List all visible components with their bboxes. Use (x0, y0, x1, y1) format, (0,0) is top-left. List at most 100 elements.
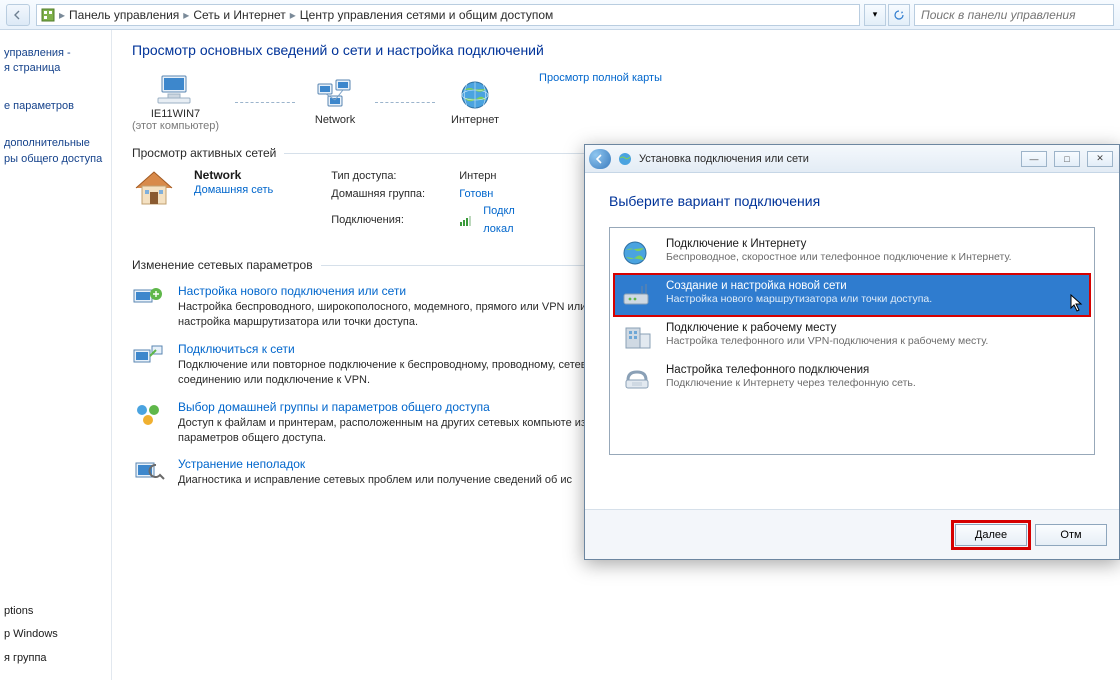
nav-back-button[interactable] (6, 4, 30, 26)
troubleshoot-icon (132, 457, 166, 487)
task-desc: Диагностика и исправление сетевых пробле… (178, 473, 572, 488)
globe-icon (458, 78, 492, 112)
sidebar-see-also-item[interactable]: p Windows (4, 627, 58, 642)
breadcrumb-item[interactable]: Центр управления сетями и общим доступом (300, 8, 554, 22)
sidebar-see-also: ptions p Windows я группа (4, 600, 58, 670)
task-label: Устранение неполадок (178, 457, 572, 471)
maximize-button[interactable]: □ (1054, 151, 1080, 167)
task-label: Выбор домашней группы и параметров общег… (178, 400, 652, 414)
network-type-link[interactable]: Домашняя сеть (194, 184, 273, 196)
chevron-right-icon: ▸ (59, 8, 65, 22)
phone-icon (620, 364, 656, 394)
wizard-app-icon (617, 151, 633, 167)
option-desc: Подключение к Интернету через телефонную… (666, 377, 916, 391)
sidebar-see-also-item[interactable]: я группа (4, 651, 58, 666)
map-node-this-pc[interactable]: IE11WIN7 (этот компьютер) (132, 72, 219, 132)
network-map: IE11WIN7 (этот компьютер) Network (132, 72, 499, 132)
cancel-button[interactable]: Отм (1035, 524, 1107, 546)
breadcrumb-item[interactable]: Панель управления ▸ (69, 8, 189, 22)
home-network-icon (132, 168, 176, 208)
connection-link[interactable]: Подкл локал (483, 203, 515, 238)
task-label: Подключиться к сети (178, 342, 652, 356)
map-node-sublabel: (этот компьютер) (132, 120, 219, 132)
sidebar-see-also-item[interactable]: ptions (4, 604, 58, 619)
map-connector (375, 102, 435, 103)
sidebar: управления - я страница е параметров доп… (0, 30, 112, 680)
map-connector (235, 102, 295, 103)
network-name: Network (194, 168, 273, 182)
toolbar: ▸ Панель управления ▸ Сеть и Интернет ▸ … (0, 0, 1120, 30)
option-title: Подключение к Интернету (666, 238, 1012, 250)
wizard-back-button[interactable] (589, 149, 611, 169)
option-title: Создание и настройка новой сети (666, 280, 1084, 292)
control-panel-icon (41, 8, 55, 22)
section-header: Изменение сетевых параметров (132, 258, 313, 272)
map-node-network[interactable]: Network (311, 78, 359, 126)
wizard-titlebar[interactable]: Установка подключения или сети — □ ✕ (585, 145, 1119, 173)
close-button[interactable]: ✕ (1087, 151, 1113, 167)
option-desc: Настройка телефонного или VPN-подключени… (666, 335, 988, 349)
homegroup-link[interactable]: Готовн (459, 186, 493, 204)
signal-icon (459, 215, 471, 227)
wizard-option-list[interactable]: Подключение к Интернету Беспроводное, ск… (609, 227, 1095, 455)
detail-key: Домашняя группа: (331, 186, 451, 204)
arrow-left-icon (13, 10, 23, 20)
task-troubleshoot[interactable]: Устранение неполадок Диагностика и испра… (132, 457, 652, 488)
globe-icon (620, 238, 656, 268)
nav-arrows (6, 4, 30, 26)
homegroup-icon (132, 400, 166, 430)
section-header: Просмотр активных сетей (132, 146, 276, 160)
breadcrumb-item[interactable]: Сеть и Интернет ▸ (193, 8, 295, 22)
full-map-link[interactable]: Просмотр полной карты (539, 72, 662, 84)
wizard-footer: Далее Отм (585, 509, 1119, 559)
wizard-option-dialup[interactable]: Настройка телефонного подключения Подклю… (614, 358, 1090, 400)
close-icon: ✕ (1096, 153, 1104, 164)
map-node-internet[interactable]: Интернет (451, 78, 499, 126)
task-label: Настройка нового подключения или сети (178, 284, 652, 298)
wizard-option-internet[interactable]: Подключение к Интернету Беспроводное, ск… (614, 232, 1090, 274)
task-desc: Подключение или повторное подключение к … (178, 358, 652, 388)
network-details-table: Тип доступа: Интерн Домашняя группа: Готов… (331, 168, 515, 238)
next-button[interactable]: Далее (955, 524, 1027, 546)
option-desc: Настройка нового маршрутизатора или точк… (666, 293, 1084, 307)
refresh-icon (893, 9, 905, 21)
minimize-icon: — (1030, 154, 1039, 164)
task-homegroup[interactable]: Выбор домашней группы и параметров общег… (132, 400, 652, 446)
detail-key: Тип доступа: (331, 168, 451, 186)
sidebar-link-adapter-settings[interactable]: е параметров (4, 99, 107, 114)
refresh-button[interactable] (888, 4, 910, 26)
page-title: Просмотр основных сведений о сети и наст… (132, 42, 1100, 58)
building-icon (620, 322, 656, 352)
connect-icon (132, 342, 166, 372)
minimize-button[interactable]: — (1021, 151, 1047, 167)
sidebar-home-link[interactable]: управления - я страница (4, 46, 107, 77)
detail-value: Интерн (459, 168, 496, 186)
map-node-label: Интернет (451, 114, 499, 126)
chevron-down-icon: ▾ (873, 9, 878, 20)
wizard-title-text: Установка подключения или сети (639, 153, 809, 165)
computer-icon (154, 72, 198, 106)
wizard-dialog: Установка подключения или сети — □ ✕ Выб… (584, 144, 1120, 560)
arrow-left-icon (595, 154, 605, 164)
search-box[interactable] (914, 4, 1114, 26)
sidebar-link-advanced-sharing[interactable]: дополнительные ры общего доступа (4, 136, 107, 167)
router-icon (620, 280, 656, 310)
breadcrumb[interactable]: ▸ Панель управления ▸ Сеть и Интернет ▸ … (36, 4, 860, 26)
wizard-body: Выберите вариант подключения Подключение… (585, 173, 1119, 509)
wizard-option-workplace[interactable]: Подключение к рабочему месту Настройка т… (614, 316, 1090, 358)
task-new-connection[interactable]: Настройка нового подключения или сети На… (132, 284, 652, 330)
task-desc: Доступ к файлам и принтерам, расположенн… (178, 416, 652, 446)
breadcrumb-dropdown-button[interactable]: ▾ (864, 4, 886, 26)
maximize-icon: □ (1064, 154, 1069, 164)
option-title: Подключение к рабочему месту (666, 322, 988, 334)
detail-key: Подключения: (331, 212, 451, 230)
task-desc: Настройка беспроводного, широкополосного… (178, 300, 652, 330)
task-connect-network[interactable]: Подключиться к сети Подключение или повт… (132, 342, 652, 388)
wizard-option-setup-network[interactable]: Создание и настройка новой сети Настройк… (614, 274, 1090, 316)
map-node-label: Network (311, 114, 359, 126)
toolbar-buttons: ▾ (864, 4, 910, 26)
option-title: Настройка телефонного подключения (666, 364, 916, 376)
option-desc: Беспроводное, скоростное или телефонное … (666, 251, 1012, 265)
wizard-heading: Выберите вариант подключения (609, 193, 1095, 209)
search-input[interactable] (919, 7, 1109, 23)
